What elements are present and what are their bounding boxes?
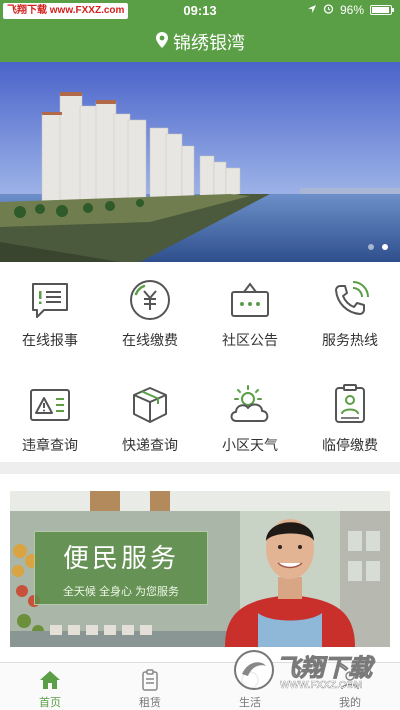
service-parking[interactable]: 临停缴费 [300, 373, 400, 468]
tab-label: 租赁 [139, 697, 161, 709]
watermark-url: WWW.FXXZ.COM [280, 680, 363, 691]
report-chat-icon [32, 283, 68, 318]
status-indicators: 96% [307, 3, 394, 17]
watermark-logo-icon [234, 650, 274, 690]
promo-title: 便民服务 [62, 544, 179, 574]
watermark-text: 飞翔下载 [276, 655, 373, 683]
header[interactable]: 锦绣银湾 [0, 22, 400, 62]
site-watermark: 飞翔下载 WWW.FXXZ.COM [232, 646, 392, 706]
community-name: 锦绣银湾 [173, 33, 245, 53]
alarm-icon [323, 3, 334, 17]
status-bar: 飞翔下载 www.FXXZ.com 09:13 96% [0, 0, 400, 22]
service-label: 快递查询 [122, 437, 178, 453]
location-arrow-icon [307, 3, 317, 17]
carousel-dot[interactable] [368, 244, 374, 250]
location-pin-icon [155, 31, 169, 54]
service-label: 违章查询 [22, 437, 78, 453]
warning-card-icon [30, 389, 70, 421]
promo-card: 便民服务 全天候 全身心 为您服务 [34, 531, 208, 605]
battery-percent: 96% [339, 3, 364, 17]
banner-carousel[interactable] [0, 62, 400, 262]
home-icon [40, 671, 60, 689]
tab-rent[interactable]: 租赁 [100, 663, 200, 710]
service-payment[interactable]: 在线缴费 [100, 268, 200, 363]
weather-icon [230, 385, 269, 422]
promo-subtitle: 全天候 全身心 为您服务 [62, 586, 180, 598]
banner-image [0, 62, 400, 262]
carousel-dot-active[interactable] [382, 244, 388, 250]
service-violation[interactable]: 违章查询 [0, 373, 100, 468]
yuan-payment-icon [130, 280, 170, 320]
service-grid: 在线报事 在线缴费 社区公告 服务热线 违章查询 快递查询 小区天气 临停缴费 [0, 268, 400, 458]
service-label: 在线缴费 [122, 332, 178, 348]
carousel-dots[interactable] [368, 244, 388, 250]
tab-label: 首页 [39, 697, 61, 709]
service-label: 服务热线 [322, 332, 378, 348]
promo-banner[interactable]: 便民服务 全天候 全身心 为您服务 [10, 491, 390, 647]
service-report[interactable]: 在线报事 [0, 268, 100, 363]
parking-badge-icon [335, 384, 365, 423]
service-express[interactable]: 快递查询 [100, 373, 200, 468]
service-label: 临停缴费 [322, 437, 378, 453]
package-icon [133, 387, 167, 423]
clipboard-icon [142, 669, 158, 691]
service-label: 小区天气 [222, 437, 278, 453]
tab-home[interactable]: 首页 [0, 663, 100, 710]
service-notice[interactable]: 社区公告 [200, 268, 300, 363]
phone-icon [335, 281, 369, 315]
service-weather[interactable]: 小区天气 [200, 373, 300, 468]
service-hotline[interactable]: 服务热线 [300, 268, 400, 363]
battery-icon [370, 5, 394, 15]
section-divider [0, 462, 400, 474]
notice-board-icon [231, 282, 269, 317]
service-label: 社区公告 [222, 332, 278, 348]
service-label: 在线报事 [22, 332, 78, 348]
